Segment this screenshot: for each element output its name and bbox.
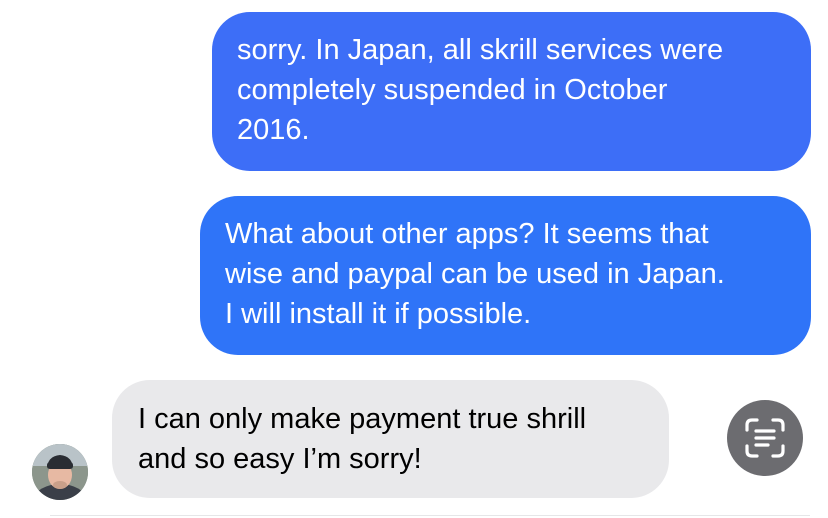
contact-avatar[interactable]: [32, 444, 88, 500]
outgoing-message-bubble[interactable]: What about other apps? It seems that wis…: [200, 196, 811, 355]
live-text-scan-button[interactable]: [727, 400, 803, 476]
bottom-divider: [50, 515, 810, 516]
outgoing-message-bubble[interactable]: sorry. In Japan, all skrill services wer…: [212, 12, 811, 171]
incoming-message-bubble[interactable]: I can only make payment true shrill and …: [112, 380, 669, 498]
text-scan-icon: [745, 418, 785, 458]
avatar-image: [32, 444, 88, 500]
